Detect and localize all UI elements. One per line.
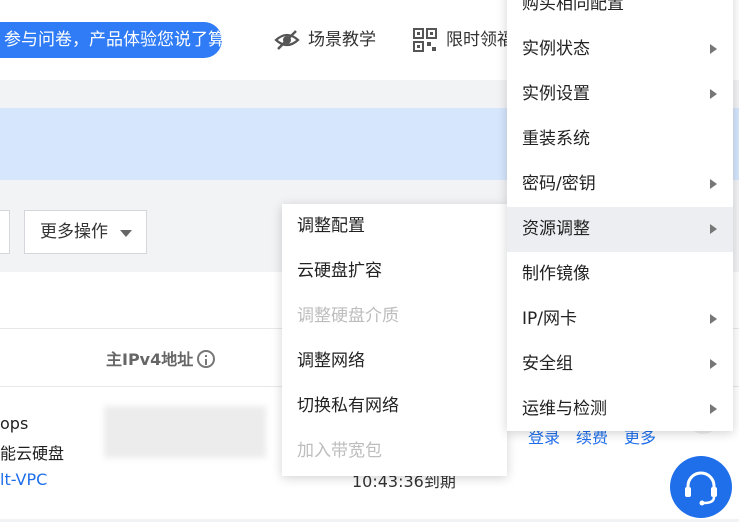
menu-item-label: 制作镜像 bbox=[522, 264, 590, 284]
customer-support-button[interactable] bbox=[670, 456, 732, 518]
menu-item-label: 重装系统 bbox=[522, 129, 590, 149]
submenu-item-label: 云硬盘扩容 bbox=[297, 261, 382, 281]
resource-adjust-submenu: 调整配置 云硬盘扩容 调整硬盘介质 调整网络 切换私有网络 加入带宽包 bbox=[282, 204, 507, 476]
menu-item-ip-nic[interactable]: IP/网卡 bbox=[507, 297, 733, 342]
vpc-link[interactable]: lt-VPC bbox=[0, 470, 47, 489]
qr-code-icon bbox=[413, 28, 437, 52]
menu-item-ops-monitoring[interactable]: 运维与检测 bbox=[507, 387, 733, 432]
chevron-right-icon bbox=[710, 44, 717, 54]
menu-item-resource-adjust[interactable]: 资源调整 bbox=[507, 207, 733, 252]
menu-item-label: 资源调整 bbox=[522, 219, 590, 239]
scene-teaching-link[interactable]: 场景教学 bbox=[274, 26, 376, 54]
menu-item-label: 运维与检测 bbox=[522, 399, 607, 419]
limited-offer-label: 限时领福 bbox=[446, 30, 514, 50]
disk-line-2: 能云硬盘 bbox=[0, 444, 65, 463]
chevron-right-icon bbox=[710, 179, 717, 189]
caret-down-icon bbox=[120, 230, 132, 237]
submenu-item-adjust-network[interactable]: 调整网络 bbox=[282, 339, 507, 384]
limited-offer-link[interactable]: 限时领福 bbox=[412, 26, 514, 54]
submenu-item-label: 加入带宽包 bbox=[297, 441, 382, 461]
chevron-right-icon bbox=[710, 89, 717, 99]
more-actions-button[interactable]: 更多操作 bbox=[24, 210, 147, 254]
survey-banner-button[interactable]: 参与问卷，产品体验您说了算 bbox=[0, 22, 222, 58]
submenu-item-adjust-disk-media: 调整硬盘介质 bbox=[282, 294, 507, 339]
menu-item-label: 购买相同配置 bbox=[522, 0, 624, 14]
menu-item-create-image[interactable]: 制作镜像 bbox=[507, 252, 733, 297]
masked-ip-address bbox=[104, 406, 266, 458]
ipv4-header-label: 主IPv4地址 bbox=[106, 350, 194, 369]
menu-item-label: 密码/密钥 bbox=[522, 174, 596, 194]
disk-line-1: ops bbox=[0, 414, 29, 433]
submenu-item-adjust-config[interactable]: 调整配置 bbox=[282, 204, 507, 249]
chevron-right-icon bbox=[710, 314, 717, 324]
toolbar-button-left[interactable] bbox=[0, 210, 10, 254]
chevron-right-icon bbox=[710, 224, 717, 234]
submenu-item-disk-expand[interactable]: 云硬盘扩容 bbox=[282, 249, 507, 294]
menu-item-buy-same-config[interactable]: 购买相同配置 bbox=[507, 0, 733, 27]
chevron-right-icon bbox=[710, 359, 717, 369]
menu-item-password-key[interactable]: 密码/密钥 bbox=[507, 162, 733, 207]
menu-item-security-group[interactable]: 安全组 bbox=[507, 342, 733, 387]
submenu-item-join-bandwidth-package: 加入带宽包 bbox=[282, 429, 507, 474]
menu-item-label: 安全组 bbox=[522, 354, 573, 374]
info-icon[interactable] bbox=[197, 350, 216, 368]
submenu-item-label: 调整网络 bbox=[297, 351, 365, 371]
submenu-item-label: 调整配置 bbox=[297, 216, 365, 236]
headset-icon bbox=[685, 471, 717, 506]
submenu-item-label: 切换私有网络 bbox=[297, 396, 399, 416]
scene-teaching-label: 场景教学 bbox=[308, 30, 376, 50]
submenu-item-label: 调整硬盘介质 bbox=[297, 306, 399, 326]
menu-item-reinstall-system[interactable]: 重装系统 bbox=[507, 117, 733, 162]
column-header-ipv4: 主IPv4地址 bbox=[106, 346, 216, 370]
menu-item-label: IP/网卡 bbox=[522, 309, 577, 329]
eye-slash-icon bbox=[274, 30, 300, 50]
chevron-right-icon bbox=[710, 404, 717, 414]
more-actions-label: 更多操作 bbox=[40, 222, 108, 242]
survey-text: 参与问卷，产品体验您说了算 bbox=[4, 30, 222, 50]
menu-item-instance-status[interactable]: 实例状态 bbox=[507, 27, 733, 72]
menu-item-instance-settings[interactable]: 实例设置 bbox=[507, 72, 733, 117]
menu-item-label: 实例状态 bbox=[522, 39, 590, 59]
submenu-item-switch-vpc[interactable]: 切换私有网络 bbox=[282, 384, 507, 429]
more-actions-menu: 购买相同配置 实例状态 实例设置 重装系统 密码/密钥 资源调整 制作镜像 IP… bbox=[507, 0, 733, 431]
menu-item-label: 实例设置 bbox=[522, 84, 590, 104]
